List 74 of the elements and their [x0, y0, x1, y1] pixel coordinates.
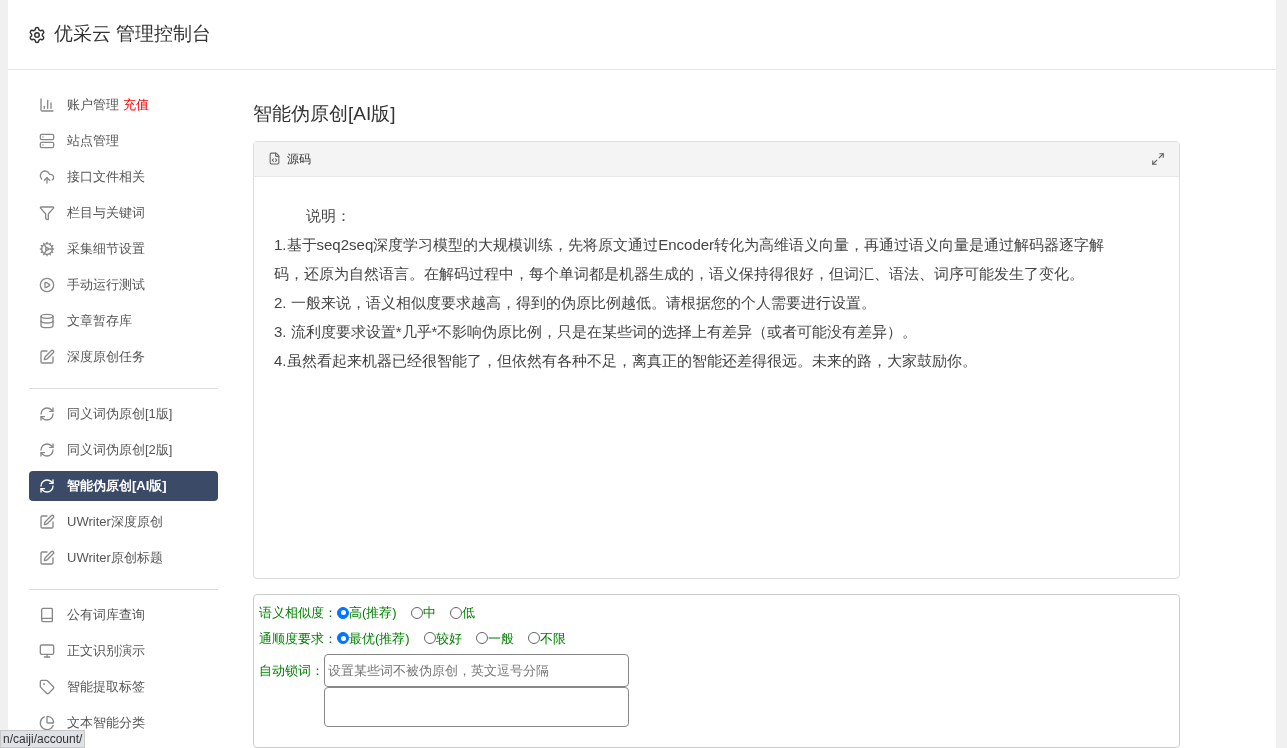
option-label: 通顺度要求： — [259, 629, 337, 648]
settings-icon — [28, 25, 46, 44]
refresh-icon — [39, 442, 55, 458]
sidebar-label: 同义词伪原创[2版] — [67, 441, 173, 460]
sidebar-label: 文本智能分类 — [67, 714, 145, 733]
sidebar-item[interactable]: 智能提取标签 — [29, 672, 218, 702]
tag-icon — [39, 679, 55, 695]
radio-option[interactable]: 最优(推荐) — [337, 628, 410, 648]
sidebar-label: 站点管理 — [67, 132, 119, 151]
input-field[interactable] — [324, 687, 629, 727]
sidebar-item[interactable]: 同义词伪原创[1版] — [29, 399, 218, 429]
sidebar-item[interactable]: UWriter深度原创 — [29, 507, 218, 537]
status-url: n/caiji/account/ — [0, 730, 86, 748]
monitor-icon — [39, 643, 55, 659]
sidebar-item[interactable]: 接口文件相关 — [29, 162, 218, 192]
description-text: 2. 一般来说，语义相似度要求越高，得到的伪原比例越低。请根据您的个人需要进行设置。 — [274, 292, 877, 313]
sidebar-item[interactable]: 文章暂存库 — [29, 306, 218, 336]
sidebar-label: 账户管理 — [67, 96, 119, 115]
input-field[interactable]: 设置某些词不被伪原创，英文逗号分隔 — [324, 654, 629, 687]
book-icon — [39, 607, 55, 623]
edit-icon — [39, 550, 55, 566]
sidebar-item[interactable]: 手动运行测试 — [29, 270, 218, 300]
description-text: 1.基于seq2seq深度学习模型的大规模训练，先将原文通过Encoder转化为高维语义向量，再通过语义向量是通过解码器逐字解码，还原为自然语言。在解码过程中，每个单词都是机器生成的，语义保持得很好，但词汇、语法、词序可能发生了变化。 — [274, 234, 1106, 284]
description-text: 3. 流利度要求设置*几乎*不影响伪原比例，只是在某些词的选择上有差异（或者可能没有差异）。 — [274, 321, 919, 342]
recharge-link[interactable]: 充值 — [123, 95, 149, 115]
sidebar-label: 智能伪原创[AI版] — [67, 477, 167, 496]
sidebar-item[interactable]: UWriter原创标题 — [29, 543, 218, 573]
sidebar-label: 公有词库查询 — [67, 606, 145, 625]
console-title: 优采云 管理控制台 — [54, 22, 212, 47]
radio-option[interactable]: 低 — [449, 603, 475, 623]
code-file-icon — [268, 152, 281, 165]
refresh-icon — [39, 406, 55, 422]
sidebar-label: 智能提取标签 — [67, 678, 145, 697]
radio-option[interactable]: 中 — [410, 603, 436, 623]
sidebar-label: 正文识别演示 — [67, 642, 145, 661]
description-text: 4.虽然看起来机器已经很智能了，但依然有各种不足，离真正的智能还差得很远。未来的路，大家鼓励你。 — [274, 350, 978, 371]
sidebar-item[interactable]: 公有词库查询 — [29, 600, 218, 630]
radio-option[interactable]: 一般 — [475, 628, 514, 648]
radio-option[interactable]: 较好 — [423, 628, 462, 648]
sidebar-label: 接口文件相关 — [67, 168, 145, 187]
description-text: 说明： — [305, 205, 352, 226]
sidebar-item[interactable]: 同义词伪原创[2版] — [29, 435, 218, 465]
sidebar-label: 同义词伪原创[1版] — [67, 405, 173, 424]
refresh-icon — [39, 478, 55, 494]
sidebar-label: 采集细节设置 — [67, 240, 145, 259]
source-tab[interactable]: 源码 — [268, 149, 311, 168]
database-icon — [39, 313, 55, 329]
sidebar-item[interactable]: 账户管理 充值 — [29, 90, 218, 120]
page-title: 智能伪原创[AI版] — [253, 102, 397, 126]
sidebar-item[interactable]: 采集细节设置 — [29, 234, 218, 264]
option-label: 自动锁词： — [259, 662, 324, 680]
pie-chart-icon — [39, 715, 55, 731]
server-icon — [39, 133, 55, 149]
sidebar-item[interactable]: 站点管理 — [29, 126, 218, 156]
sidebar-label: 深度原创任务 — [67, 348, 145, 367]
sidebar-label: UWriter深度原创 — [67, 513, 163, 532]
cloud-upload-icon — [39, 169, 55, 185]
sidebar-item[interactable]: 栏目与关键词 — [29, 198, 218, 228]
filter-icon — [39, 205, 55, 221]
sidebar-item[interactable]: 智能伪原创[AI版] — [29, 471, 218, 501]
sidebar-label: UWriter原创标题 — [67, 549, 163, 568]
sidebar-label: 手动运行测试 — [67, 276, 145, 295]
option-label: 语义相似度： — [259, 604, 337, 622]
radio-option[interactable]: 高(推荐) — [337, 603, 397, 623]
fullscreen-icon[interactable] — [1151, 151, 1165, 166]
bar-chart-icon — [39, 97, 55, 113]
sidebar-label: 栏目与关键词 — [67, 204, 145, 223]
play-icon — [39, 277, 55, 293]
sidebar-item[interactable]: 正文识别演示 — [29, 636, 218, 666]
edit-icon — [39, 514, 55, 530]
sidebar-label: 文章暂存库 — [67, 312, 132, 331]
radio-option[interactable]: 不限 — [527, 628, 566, 648]
edit-icon — [39, 349, 55, 365]
sidebar-item[interactable]: 深度原创任务 — [29, 342, 218, 372]
